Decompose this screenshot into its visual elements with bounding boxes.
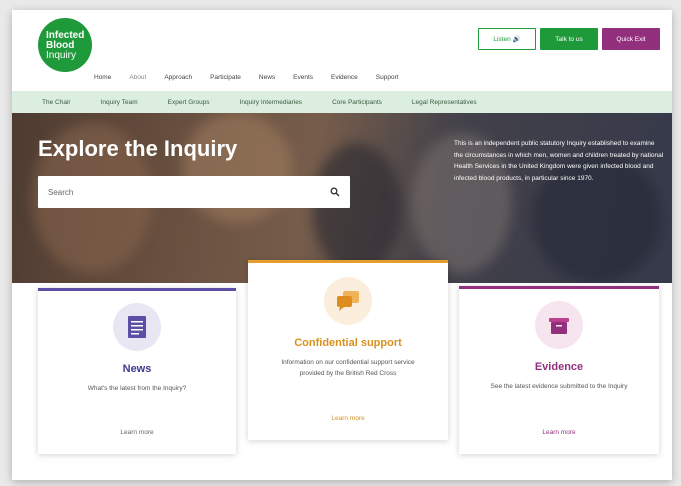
nav-item-home[interactable]: Home bbox=[94, 74, 111, 81]
sub-nav: The Chair Inquiry Team Expert Groups Inq… bbox=[12, 91, 672, 113]
news-learn-more-link[interactable]: Learn more bbox=[38, 429, 236, 436]
listen-button[interactable]: Listen 🔊 bbox=[478, 28, 536, 50]
nav-item-support[interactable]: Support bbox=[376, 74, 399, 81]
support-title: Confidential support bbox=[294, 337, 402, 349]
evidence-card[interactable]: Evidence See the latest evidence submitt… bbox=[459, 286, 659, 454]
logo-line-3: Inquiry bbox=[46, 50, 77, 61]
subnav-item-intermediaries[interactable]: Inquiry Intermediaries bbox=[240, 99, 303, 106]
talk-to-us-button[interactable]: Talk to us bbox=[540, 28, 598, 50]
page-frame: Infected Blood Inquiry Listen 🔊 Talk to … bbox=[12, 10, 672, 480]
subnav-item-chair[interactable]: The Chair bbox=[42, 99, 71, 106]
hero-title: Explore the Inquiry bbox=[38, 136, 238, 161]
archive-box-icon bbox=[549, 318, 569, 334]
hero-description: This is an independent public statutory … bbox=[454, 140, 664, 182]
evidence-description: See the latest evidence submitted to the… bbox=[490, 383, 628, 390]
support-icon-circle bbox=[324, 277, 372, 325]
nav-item-about[interactable]: About bbox=[129, 74, 146, 81]
nav-item-news[interactable]: News bbox=[259, 74, 275, 81]
nav-item-evidence[interactable]: Evidence bbox=[331, 74, 358, 81]
news-card[interactable]: News What's the latest from the Inquiry?… bbox=[38, 288, 236, 454]
site-logo[interactable]: Infected Blood Inquiry bbox=[38, 18, 92, 72]
document-icon bbox=[128, 316, 146, 338]
nav-item-approach[interactable]: Approach bbox=[164, 74, 192, 81]
support-learn-more-link[interactable]: Learn more bbox=[248, 415, 448, 422]
news-icon-circle bbox=[113, 303, 161, 351]
evidence-title: Evidence bbox=[534, 361, 584, 373]
search-input[interactable] bbox=[48, 187, 330, 197]
main-nav: Home About Approach Participate News Eve… bbox=[94, 65, 672, 89]
evidence-icon-circle bbox=[535, 301, 583, 349]
nav-item-participate[interactable]: Participate bbox=[210, 74, 241, 81]
news-description: What's the latest from the Inquiry? bbox=[87, 385, 187, 392]
nav-item-events[interactable]: Events bbox=[293, 74, 313, 81]
subnav-item-inquiry-team[interactable]: Inquiry Team bbox=[101, 99, 138, 106]
support-description: Information on our confidential support … bbox=[281, 359, 415, 377]
news-title: News bbox=[122, 363, 152, 375]
subnav-item-legal-reps[interactable]: Legal Representatives bbox=[412, 99, 477, 106]
search-icon[interactable] bbox=[330, 187, 340, 197]
subnav-item-expert-groups[interactable]: Expert Groups bbox=[168, 99, 210, 106]
evidence-learn-more-link[interactable]: Learn more bbox=[459, 429, 659, 436]
support-card[interactable]: Confidential support Information on our … bbox=[248, 260, 448, 440]
search-box[interactable] bbox=[38, 176, 350, 208]
subnav-item-core-participants[interactable]: Core Participants bbox=[332, 99, 382, 106]
chat-bubbles-icon bbox=[337, 291, 359, 311]
quick-exit-button[interactable]: Quick Exit bbox=[602, 28, 660, 50]
